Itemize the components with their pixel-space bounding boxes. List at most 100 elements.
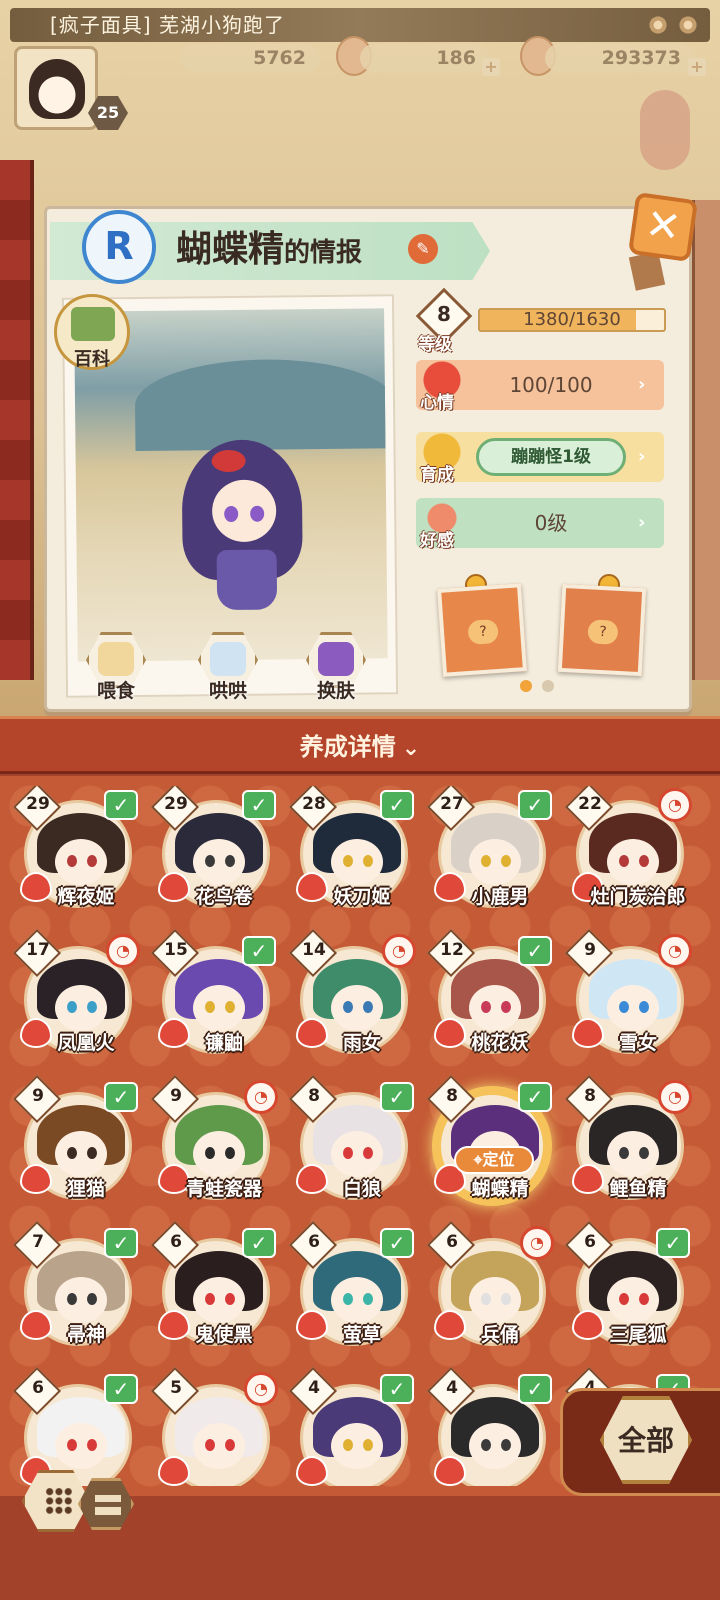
coax-button[interactable]: 哄哄 (192, 632, 264, 702)
character-card[interactable]: 27 ✓ 小鹿男 (426, 786, 552, 926)
level-number: 6 (170, 1232, 182, 1252)
character-name: 桃花妖 (471, 1032, 529, 1054)
character-card[interactable]: 29 ✓ 辉夜姬 (14, 786, 138, 926)
character-name: 三尾狐 (609, 1324, 667, 1346)
check-icon: ✓ (104, 1374, 138, 1404)
character-card[interactable]: 6 ✓ (14, 1366, 138, 1486)
level-number: 8 (437, 302, 451, 326)
level-number: 6 (446, 1232, 458, 1252)
close-button[interactable]: ✕ (627, 191, 699, 263)
character-card[interactable]: 6 ✓ 鬼使黑 (150, 1220, 276, 1364)
coax-label: 哄哄 (208, 680, 247, 702)
character-card[interactable]: 9 ✓ 狸猫 (14, 1074, 138, 1218)
add-resource-2-button[interactable]: + (482, 58, 500, 76)
milk-icon (210, 642, 246, 676)
character-name: 蝴蝶精 (176, 229, 285, 270)
check-icon: ✓ (104, 1082, 138, 1112)
memory-card-1[interactable]: ? (437, 583, 527, 677)
mood-row[interactable]: 心情 100/100 › (416, 360, 664, 413)
character-card[interactable]: 17 ◔ 凤凰火 (14, 928, 140, 1072)
character-card[interactable]: 4✓ (426, 1366, 552, 1486)
character-card[interactable]: 8 ✓ 蝴蝶精 ⌖定位 (426, 1074, 552, 1218)
character-card[interactable]: 9 ◔ 青蛙瓷器 (150, 1074, 278, 1218)
encyclopedia-button[interactable]: 百科 (54, 294, 130, 370)
avatar-eye-shape (87, 1293, 97, 1305)
avatar-face-shape (55, 1131, 107, 1177)
character-name: 镰鼬 (204, 1032, 243, 1054)
character-card[interactable]: 22 ◔ 灶门炭治郎 (564, 786, 692, 926)
check-icon: ✓ (518, 936, 552, 966)
add-resource-3-button[interactable]: + (688, 58, 706, 76)
avatar-eye-shape (87, 1001, 97, 1013)
locate-badge[interactable]: ⌖定位 (454, 1146, 534, 1174)
character-name: 帚神 (66, 1324, 105, 1346)
character-name: 萤草 (342, 1324, 381, 1346)
avatar-eye-shape (67, 1293, 77, 1305)
avatar-eye-shape (481, 1001, 491, 1013)
avatar-eye-shape (363, 1293, 373, 1305)
avatar-face-shape (331, 1277, 383, 1323)
character-card[interactable]: 29 ✓ 花鸟卷 (150, 786, 276, 926)
level-number: 7 (32, 1232, 44, 1252)
character-card[interactable]: 6 ✓ 萤草 (288, 1220, 414, 1364)
book-icon (71, 307, 115, 341)
avatar-face-shape (193, 985, 245, 1031)
avatar-eye-shape (639, 1147, 649, 1159)
skin-button[interactable]: 换肤 (300, 632, 372, 702)
avatar-eye-shape (225, 1147, 235, 1159)
avatar-face-shape (607, 985, 659, 1031)
character-card[interactable]: 9 ◔ 雪女 (564, 928, 692, 1072)
avatar-eye-shape (205, 1147, 215, 1159)
character-name: 狸猫 (66, 1178, 105, 1200)
character-name: 白狼 (342, 1178, 381, 1200)
character-name: 辉夜姬 (57, 886, 115, 908)
level-number: 29 (164, 794, 188, 814)
avatar-eye-shape (619, 1293, 629, 1305)
character-card[interactable]: 14 ◔ 雨女 (288, 928, 416, 1072)
character-card[interactable]: 7 ✓ 帚神 (14, 1220, 138, 1364)
avatar-face-icon (29, 59, 85, 119)
avatar-eye-shape (225, 855, 235, 867)
player-avatar[interactable] (14, 46, 98, 130)
edit-icon[interactable]: ✎ (408, 234, 438, 264)
memory-card-2[interactable]: ? (557, 583, 647, 677)
status-icon: ◔ (382, 934, 416, 968)
avatar-eye-shape (363, 1147, 373, 1159)
avatar-face-shape (193, 1277, 245, 1323)
noodle-bowl-icon (98, 642, 134, 676)
level-number: 8 (584, 1086, 596, 1106)
character-card[interactable]: 6 ✓ 三尾狐 (564, 1220, 690, 1364)
nurture-detail-header[interactable]: 养成详情 ⌄ (0, 716, 720, 774)
level-number: 29 (26, 794, 50, 814)
character-card[interactable]: 6 ◔ 兵俑 (426, 1220, 554, 1364)
favor-row[interactable]: 好感 0级 › (416, 498, 664, 551)
kimono-icon (318, 642, 354, 676)
avatar-eye-shape (205, 1439, 215, 1451)
raise-row[interactable]: 育成 蹦蹦怪1级 › (416, 432, 664, 485)
character-card[interactable]: 28 ✓ 妖刀姬 (288, 786, 414, 926)
check-icon: ✓ (104, 790, 138, 820)
status-icon: ◔ (520, 1226, 554, 1260)
character-card[interactable]: 5 ◔ (150, 1366, 278, 1486)
character-name: 花鸟卷 (195, 886, 253, 908)
character-card[interactable]: 8 ◔ 鲤鱼精 (564, 1074, 692, 1218)
avatar-face-shape (607, 839, 659, 885)
character-name: 雪女 (618, 1032, 657, 1054)
eye-shape (250, 505, 265, 522)
character-card[interactable]: 4✓ (288, 1366, 414, 1486)
avatar-eye-shape (225, 1001, 235, 1013)
robe-shape (216, 549, 278, 611)
avatar-eye-shape (205, 1293, 215, 1305)
flower-icon (678, 15, 698, 35)
check-icon: ✓ (242, 1228, 276, 1258)
character-card[interactable]: 8 ✓ 白狼 (288, 1074, 414, 1218)
feed-button[interactable]: 喂食 (80, 632, 152, 702)
level-label: 等级 (418, 335, 452, 355)
character-card[interactable]: 12 ✓ 桃花妖 (426, 928, 552, 1072)
character-card[interactable]: 15 ✓ 镰鼬 (150, 928, 276, 1072)
question-icon: ? (467, 618, 499, 645)
mood-label: 心情 (420, 393, 454, 413)
level-number: 9 (170, 1086, 182, 1106)
face-shape (211, 479, 277, 543)
character-figure[interactable] (171, 419, 313, 611)
